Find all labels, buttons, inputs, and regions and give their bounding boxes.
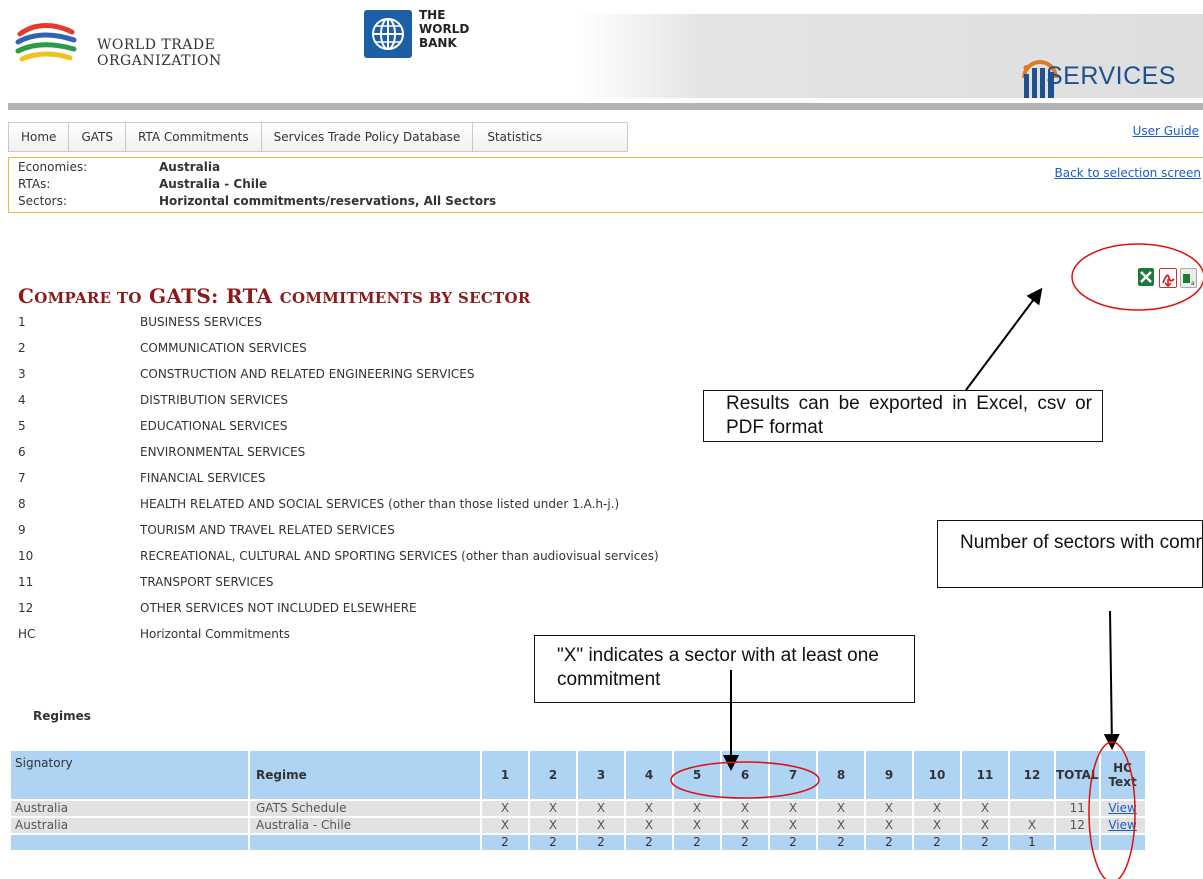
total-arrow	[1103, 610, 1120, 750]
export-highlight-circle	[1071, 243, 1203, 311]
total-highlight-circle	[1088, 741, 1136, 879]
x-highlight-circle	[670, 761, 820, 799]
annotation-overlay	[670, 243, 1203, 879]
export-arrow	[965, 287, 1043, 391]
